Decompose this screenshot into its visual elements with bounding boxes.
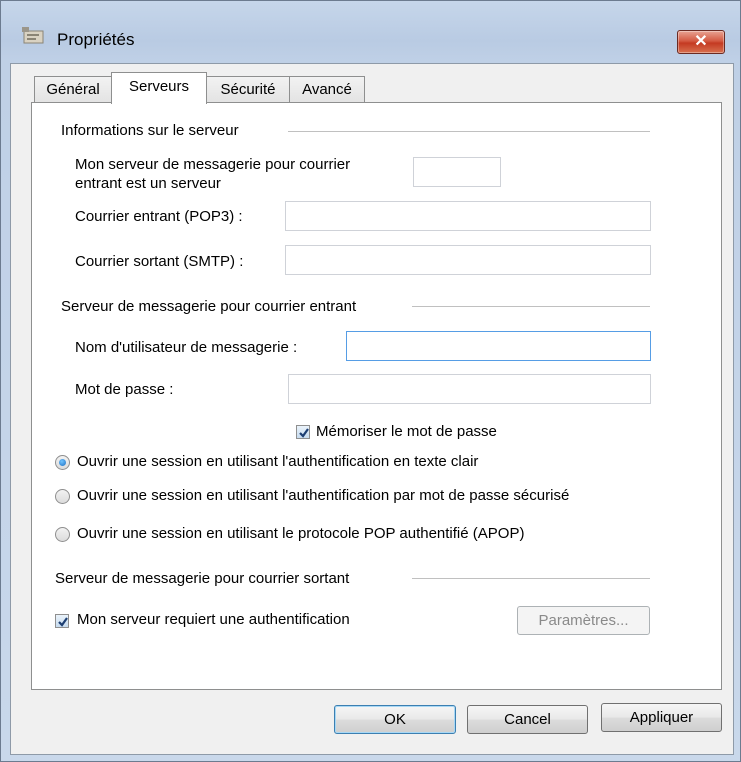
cancel-button[interactable]: Cancel xyxy=(467,705,588,734)
settings-button[interactable]: Paramètres... xyxy=(517,606,650,635)
remember-password-checkbox[interactable] xyxy=(296,425,310,439)
tab-servers-label: Serveurs xyxy=(128,78,190,95)
tab-general[interactable]: Général xyxy=(34,76,112,103)
close-button[interactable]: ✕ xyxy=(677,30,725,54)
tab-security[interactable]: Sécurité xyxy=(206,76,290,103)
outgoing-server-input[interactable] xyxy=(285,245,651,275)
password-label: Mot de passe : xyxy=(75,381,174,398)
checkmark-icon xyxy=(299,428,309,438)
close-icon: ✕ xyxy=(694,33,708,50)
outgoing-server-label: Courrier sortant (SMTP) : xyxy=(75,253,244,270)
auth-cleartext-label: Ouvrir une session en utilisant l'authen… xyxy=(77,453,479,470)
tab-servers[interactable]: Serveurs xyxy=(111,72,207,104)
auth-spa-radio[interactable] xyxy=(55,489,70,504)
remember-password-label: Mémoriser le mot de passe xyxy=(316,423,497,440)
password-input[interactable] xyxy=(288,374,651,404)
tab-advanced[interactable]: Avancé xyxy=(289,76,365,103)
incoming-server-input[interactable] xyxy=(285,201,651,231)
tab-security-label: Sécurité xyxy=(220,81,276,98)
checkmark-icon xyxy=(58,617,68,627)
outgoing-server-divider xyxy=(412,578,650,580)
window-title: Propriétés xyxy=(57,30,135,49)
auth-apop-label: Ouvrir une session en utilisant le proto… xyxy=(77,525,525,542)
auth-apop-radio[interactable] xyxy=(55,527,70,542)
server-info-heading: Informations sur le serveur xyxy=(61,122,239,139)
requires-auth-checkbox[interactable] xyxy=(55,614,69,628)
incoming-type-label-line1: Mon serveur de messagerie pour courrier xyxy=(75,156,351,173)
apply-button[interactable]: Appliquer xyxy=(601,703,722,732)
username-input[interactable] xyxy=(346,331,651,361)
server-info-divider xyxy=(288,131,650,133)
incoming-server-heading: Serveur de messagerie pour courrier entr… xyxy=(61,298,357,315)
ok-button[interactable]: OK xyxy=(334,705,456,734)
username-label: Nom d'utilisateur de messagerie : xyxy=(75,339,298,356)
incoming-type-label-line2: entrant est un serveur xyxy=(75,175,221,192)
cancel-button-label: Cancel xyxy=(504,711,551,728)
ok-button-label: OK xyxy=(384,711,406,728)
incoming-server-label: Courrier entrant (POP3) : xyxy=(75,208,243,225)
tab-general-label: Général xyxy=(46,81,100,98)
incoming-server-divider xyxy=(412,306,650,308)
requires-auth-label: Mon serveur requiert une authentificatio… xyxy=(77,611,350,628)
tab-advanced-label: Avancé xyxy=(302,81,352,98)
apply-button-label: Appliquer xyxy=(629,709,694,726)
auth-spa-label: Ouvrir une session en utilisant l'authen… xyxy=(77,487,570,504)
title-bar: Propriétés xyxy=(1,1,740,49)
auth-cleartext-radio[interactable] xyxy=(55,455,70,470)
settings-button-label: Paramètres... xyxy=(538,612,629,629)
mail-account-icon xyxy=(22,27,44,44)
incoming-server-type-field[interactable] xyxy=(413,157,501,187)
outgoing-server-heading: Serveur de messagerie pour courrier sort… xyxy=(55,570,350,587)
